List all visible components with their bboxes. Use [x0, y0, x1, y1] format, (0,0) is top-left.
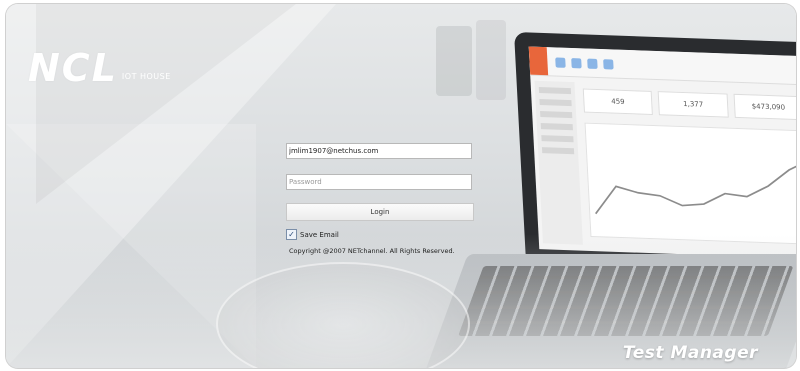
ribbon-icons: [555, 57, 614, 70]
login-button[interactable]: Login: [286, 203, 474, 221]
app-sidebar: [534, 80, 583, 245]
background-shape: [36, 4, 296, 204]
email-field[interactable]: [286, 143, 472, 159]
app-body: 459 1,377 $473,090: [534, 80, 796, 253]
ribbon-file-tab: [528, 46, 549, 76]
password-field[interactable]: [286, 174, 472, 190]
brand-logo: NCL IOT HOUSE: [28, 46, 171, 90]
background-object: [436, 26, 472, 96]
save-email-checkbox[interactable]: ✓: [286, 229, 297, 240]
save-email-label[interactable]: Save Email: [300, 231, 339, 239]
laptop-display: 459 1,377 $473,090: [528, 46, 796, 259]
stat-card: 459: [582, 88, 654, 115]
product-title: Test Manager: [622, 343, 758, 363]
background-object: [476, 20, 506, 100]
stat-card: 1,377: [657, 91, 729, 118]
logo-subtitle: IOT HOUSE: [121, 72, 171, 81]
ribbon-icon: [571, 58, 582, 69]
ribbon-icon: [587, 58, 598, 69]
ribbon-icon: [555, 57, 566, 68]
ribbon-icon: [603, 59, 614, 70]
app-line-chart: [584, 122, 796, 245]
app-ribbon: [528, 46, 796, 86]
stat-card: $473,090: [733, 93, 796, 121]
app-stat-cards: 459 1,377 $473,090: [582, 88, 796, 121]
save-email-row: ✓ Save Email: [286, 229, 339, 240]
copyright-text: Copyright @2007 NETchannel. All Rights R…: [289, 247, 455, 255]
logo-text: NCL: [28, 46, 118, 90]
